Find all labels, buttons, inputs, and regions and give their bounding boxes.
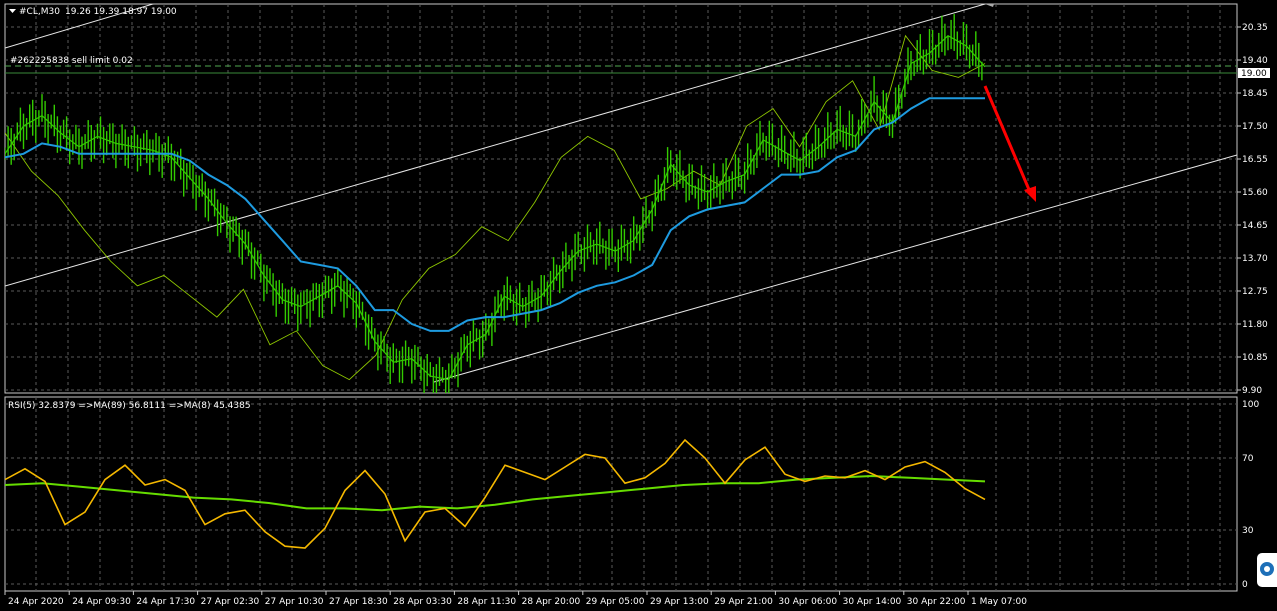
time-tick-label: 29 Apr 21:00: [714, 597, 773, 607]
time-tick-label: 29 Apr 13:00: [650, 597, 709, 607]
time-tick-label: 29 Apr 05:00: [586, 597, 645, 607]
price-tick-label: 19.40: [1242, 56, 1268, 66]
price-tick-label: 9.90: [1242, 386, 1262, 396]
price-panel[interactable]: [4, 3, 1238, 394]
time-tick-label: 28 Apr 11:30: [457, 597, 516, 607]
current-price-label: 19.00: [1241, 69, 1267, 79]
time-tick-label: 30 Apr 22:00: [907, 597, 966, 607]
price-tick-label: 17.50: [1242, 122, 1268, 132]
time-tick-label: 1 May 07:00: [971, 597, 1027, 607]
price-tick-label: 20.35: [1242, 23, 1268, 33]
rsi-tick-label: 100: [1242, 400, 1259, 410]
time-tick-label: 24 Apr 2020: [8, 597, 64, 607]
time-tick-label: 27 Apr 18:30: [329, 597, 388, 607]
remote-support-icon[interactable]: [1257, 553, 1277, 587]
time-tick-label: 28 Apr 03:30: [393, 597, 452, 607]
price-tick-label: 11.80: [1242, 320, 1268, 330]
price-tick-label: 10.85: [1242, 353, 1268, 363]
time-tick-label: 27 Apr 10:30: [265, 597, 324, 607]
order-label: #262225838 sell limit 0.02: [10, 56, 133, 66]
rsi-tick-label: 30: [1242, 526, 1254, 536]
price-tick-label: 15.60: [1242, 188, 1268, 198]
time-tick-label: 24 Apr 17:30: [136, 597, 195, 607]
price-tick-label: 12.75: [1242, 287, 1268, 297]
time-tick-label: 27 Apr 02:30: [201, 597, 260, 607]
price-tick-label: 14.65: [1242, 221, 1268, 231]
chart-window[interactable]: #CL,M30 19.26 19.39 18.97 19.00 #2622258…: [0, 0, 1277, 611]
time-tick-label: 24 Apr 09:30: [72, 597, 131, 607]
time-tick-label: 28 Apr 20:00: [522, 597, 581, 607]
time-axis[interactable]: 24 Apr 2020 24 Apr 09:30 24 Apr 17:30 27 Ap…: [4, 591, 1027, 607]
price-tick-label: 13.70: [1242, 254, 1268, 264]
rsi-tick-label: 0: [1242, 580, 1248, 590]
rsi-panel[interactable]: [4, 396, 1238, 592]
price-tick-label: 16.55: [1242, 155, 1268, 165]
price-tick-label: 18.45: [1242, 89, 1268, 99]
rsi-tick-label: 70: [1242, 454, 1254, 464]
current-price-marker: 19.00: [1238, 68, 1270, 79]
time-tick-label: 30 Apr 14:00: [843, 597, 902, 607]
ohlc-label: 19.26 19.39 18.97 19.00: [65, 7, 177, 17]
rsi-header: RSI(5) 32.8379 =>MA(89) 56.8111 =>MA(8) …: [8, 401, 251, 411]
symbol-label: #CL,M30: [19, 7, 60, 17]
time-tick-label: 30 Apr 06:00: [778, 597, 837, 607]
